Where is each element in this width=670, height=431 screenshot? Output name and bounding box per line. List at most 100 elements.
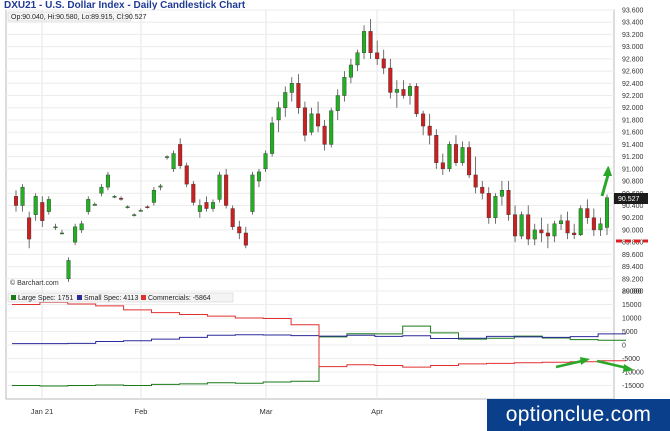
candle-body <box>499 190 504 197</box>
candle-body <box>138 210 143 212</box>
candle-body <box>119 197 124 200</box>
candle <box>434 129 439 169</box>
candle-body <box>158 185 163 188</box>
candle-body <box>289 83 294 93</box>
candle-body <box>447 144 452 170</box>
candle-body <box>283 92 288 108</box>
candle-body <box>250 174 255 212</box>
candle-body <box>270 122 275 154</box>
candle-body <box>171 153 176 170</box>
candle-body <box>302 107 307 136</box>
candle-body <box>230 208 235 228</box>
price-tick-label: 91.800 <box>622 117 644 124</box>
candle-body <box>526 214 531 240</box>
price-tick-label: 90.400 <box>622 203 644 210</box>
price-tick-label: 92.800 <box>622 56 644 63</box>
price-tick-label: 93.200 <box>622 32 644 39</box>
legend-swatch-small-spec <box>77 295 82 300</box>
candle-body <box>559 220 564 225</box>
price-tick-label: 91.400 <box>622 142 644 149</box>
candle-body <box>197 205 202 212</box>
candle <box>519 211 524 240</box>
candle-body <box>46 199 51 212</box>
cot-tick-label: 5000 <box>622 329 638 336</box>
candle-body <box>276 107 281 121</box>
legend-small-spec: Small Spec: 4113 <box>84 295 138 302</box>
candle-body <box>329 110 334 145</box>
watermark-banner: optionclue.com <box>487 399 670 431</box>
candle-body <box>513 214 518 237</box>
candle-body <box>355 52 360 66</box>
candle-body <box>414 86 419 115</box>
x-tick-label: Jan 21 <box>31 407 54 416</box>
price-tick-label: 90.200 <box>622 215 644 222</box>
price-tick-label: 91.600 <box>622 130 644 137</box>
price-tick-label: 92.400 <box>622 81 644 88</box>
candle-body <box>434 135 439 163</box>
candle-body <box>316 113 321 127</box>
legend-commercials: Commercials: -5864 <box>148 295 211 302</box>
cot-tick-label: 20000 <box>622 289 642 296</box>
candle-body <box>79 223 84 231</box>
candle-body <box>473 174 478 188</box>
candle-body <box>204 202 209 209</box>
candle-body <box>578 208 583 235</box>
price-tick-label: 91.200 <box>622 154 644 161</box>
candle-body <box>552 223 557 237</box>
chart-canvas: Jan 21FebMarAprMay93.60093.40093.20093.0… <box>5 8 648 416</box>
candle-body <box>388 67 393 93</box>
legend-swatch-commercials <box>141 295 146 300</box>
candle-body <box>178 144 183 166</box>
candle-body <box>440 162 445 170</box>
candle-body <box>145 206 150 208</box>
candle-body <box>342 76 347 96</box>
candle-body <box>362 31 367 53</box>
cot-tick-label: -15000 <box>622 383 644 390</box>
candle-body <box>243 232 248 246</box>
candle-body <box>335 95 340 111</box>
legend-large-spec: Large Spec: 1751 <box>18 295 73 302</box>
candle-body <box>151 190 156 203</box>
price-tick-label: 89.200 <box>622 276 644 283</box>
legend-swatch-large-spec <box>11 295 16 300</box>
candle-body <box>237 226 242 234</box>
candle <box>224 168 229 209</box>
last-price-label: 90.527 <box>618 196 640 203</box>
candle-body <box>256 171 261 182</box>
candle <box>184 162 189 188</box>
candle-body <box>263 153 268 170</box>
candle-body <box>59 232 64 235</box>
candle-body <box>539 229 544 234</box>
ohlc-info-text: Op:90.040, Hi:90.580, Lo:89.915, Cl:90.5… <box>11 14 147 21</box>
candle-body <box>421 113 426 127</box>
candle <box>73 223 78 246</box>
candle-body <box>210 202 216 209</box>
x-tick-label: Apr <box>371 407 383 416</box>
candle-body <box>467 147 472 176</box>
candle-body <box>565 220 570 234</box>
candle <box>302 101 307 142</box>
candle <box>447 141 452 172</box>
cot-tick-label: 10000 <box>622 316 642 323</box>
candle-body <box>585 208 590 218</box>
price-tick-label: 89.400 <box>622 264 644 271</box>
candle-body <box>427 125 432 136</box>
candle-body <box>33 196 38 215</box>
candle <box>414 83 419 117</box>
candle-body <box>460 147 465 163</box>
candle-body <box>86 199 91 212</box>
candle-body <box>453 144 458 163</box>
price-plot-area <box>5 9 615 292</box>
candle <box>263 150 268 172</box>
candle-body <box>99 186 104 194</box>
candle-body <box>112 196 117 198</box>
candle-body <box>132 214 137 216</box>
x-tick-label: Feb <box>135 407 148 416</box>
cot-tick-label: 15000 <box>622 302 642 309</box>
candle-body <box>165 156 170 158</box>
candle <box>230 205 235 230</box>
x-tick-label: Mar <box>260 407 273 416</box>
price-tick-label: 93.400 <box>622 20 644 27</box>
price-tick-label: 92.000 <box>622 105 644 112</box>
price-tick-label: 91.000 <box>622 166 644 173</box>
